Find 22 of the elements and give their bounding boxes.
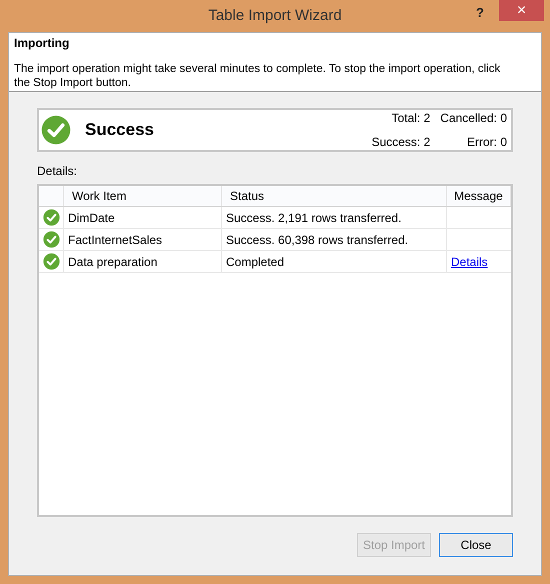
window-title: Table Import Wizard bbox=[208, 6, 342, 26]
column-header[interactable]: Message bbox=[447, 186, 511, 206]
table-cell: DimDate bbox=[64, 207, 222, 228]
column-header[interactable]: Work Item bbox=[64, 186, 222, 206]
close-dialog-button[interactable]: Close bbox=[439, 533, 513, 557]
table-cell: Data preparation bbox=[64, 251, 222, 272]
count-label: Cancelled: 0 bbox=[440, 110, 507, 127]
close-button[interactable]: × bbox=[499, 0, 544, 21]
page-heading: Importing bbox=[14, 35, 70, 52]
details-link[interactable]: Details bbox=[451, 252, 488, 270]
table-cell: Completed bbox=[222, 251, 447, 272]
count-label: Success: 2 bbox=[372, 134, 430, 151]
description-text: The import operation might take several minutes to complete. To stop the import operation, click the Stop Import button. bbox=[14, 62, 502, 90]
count-label: Error: 0 bbox=[466, 134, 507, 151]
column-header[interactable]: Status bbox=[222, 186, 447, 206]
table-cell: Success. 2,191 rows transferred. bbox=[222, 207, 447, 228]
count-label: Total: 2 bbox=[390, 110, 430, 127]
help-button[interactable]: ? bbox=[468, 3, 492, 23]
table-cell: Success. 60,398 rows transferred. bbox=[222, 229, 447, 250]
details-label: Details: bbox=[37, 163, 78, 180]
result-title: Success bbox=[85, 119, 154, 142]
table-cell: FactInternetSales bbox=[64, 229, 222, 250]
